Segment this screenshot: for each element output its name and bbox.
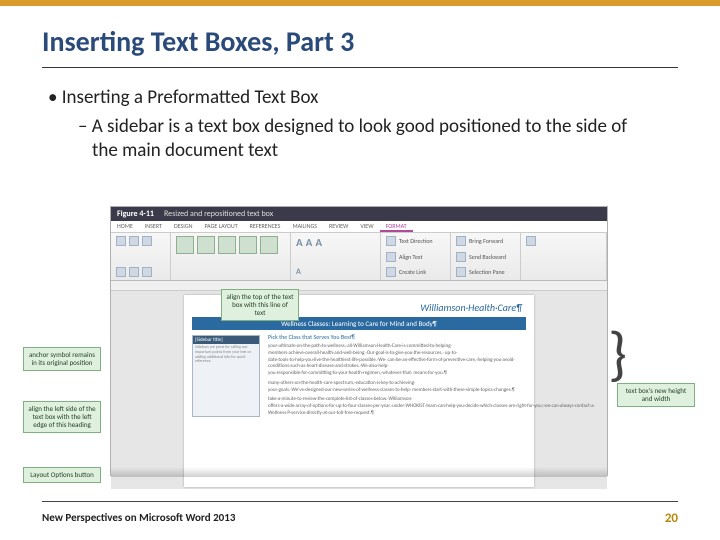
document-area: Williamson·Health·Care¶ Wellness Classes… (111, 291, 607, 489)
figure-shadow (111, 467, 607, 477)
tab-mailings: MAILINGS (286, 221, 323, 232)
tab-layout: PAGE LAYOUT (198, 221, 243, 232)
tab-home: HOME (111, 221, 139, 232)
ruler (111, 281, 607, 291)
ribbon-tabs: HOME INSERT DESIGN PAGE LAYOUT REFERENCE… (111, 221, 607, 233)
page-number: 20 (665, 511, 678, 526)
callout-align-left: align the left side of the text box with… (23, 401, 101, 433)
callout-layout-options: Layout Options button (23, 467, 101, 483)
doc-body-heading: Pick the Class that Serves You Best¶ (268, 333, 526, 341)
footer-text: New Perspectives on Microsoft Word 2013 (42, 511, 235, 524)
doc-body: Pick the Class that Serves You Best¶ you… (268, 331, 526, 417)
brace-icon: } (608, 325, 627, 385)
footer-divider (42, 501, 678, 502)
tab-view: VIEW (354, 221, 379, 232)
figure-number: Figure 4-11 (117, 207, 154, 221)
tab-references: REFERENCES (244, 221, 287, 232)
tab-format: FORMAT (380, 221, 413, 232)
tab-design: DESIGN (168, 221, 199, 232)
figure-caption-bar: Figure 4-11 Resized and repositioned tex… (111, 207, 607, 221)
sidebar-placeholder: Sidebars are great for calling out impor… (193, 344, 259, 367)
callout-anchor: anchor symbol remains in its original po… (23, 347, 101, 371)
ribbon: AAA A Text Direction Align Text Create L… (111, 233, 607, 281)
bullet-level1: Inserting a Preformatted Text Box (48, 86, 678, 109)
sidebar-head: [Sidebar title] (193, 336, 259, 344)
figure-screenshot: Figure 4-11 Resized and repositioned tex… (110, 206, 608, 476)
slide-title: Inserting Text Boxes, Part 3 (42, 24, 678, 68)
callout-align-top: align the top of the text box with this … (221, 289, 299, 321)
bullet-level2: A sidebar is a text box designed to look… (78, 115, 638, 163)
figure-caption: Resized and repositioned text box (164, 207, 273, 221)
tab-review: REVIEW (323, 221, 354, 232)
callout-new-size: text box's new height and width (617, 383, 695, 407)
document-page: Williamson·Health·Care¶ Wellness Classes… (184, 295, 534, 487)
sidebar-textbox: [Sidebar title] Sidebars are great for c… (192, 335, 260, 417)
tab-insert: INSERT (139, 221, 168, 232)
